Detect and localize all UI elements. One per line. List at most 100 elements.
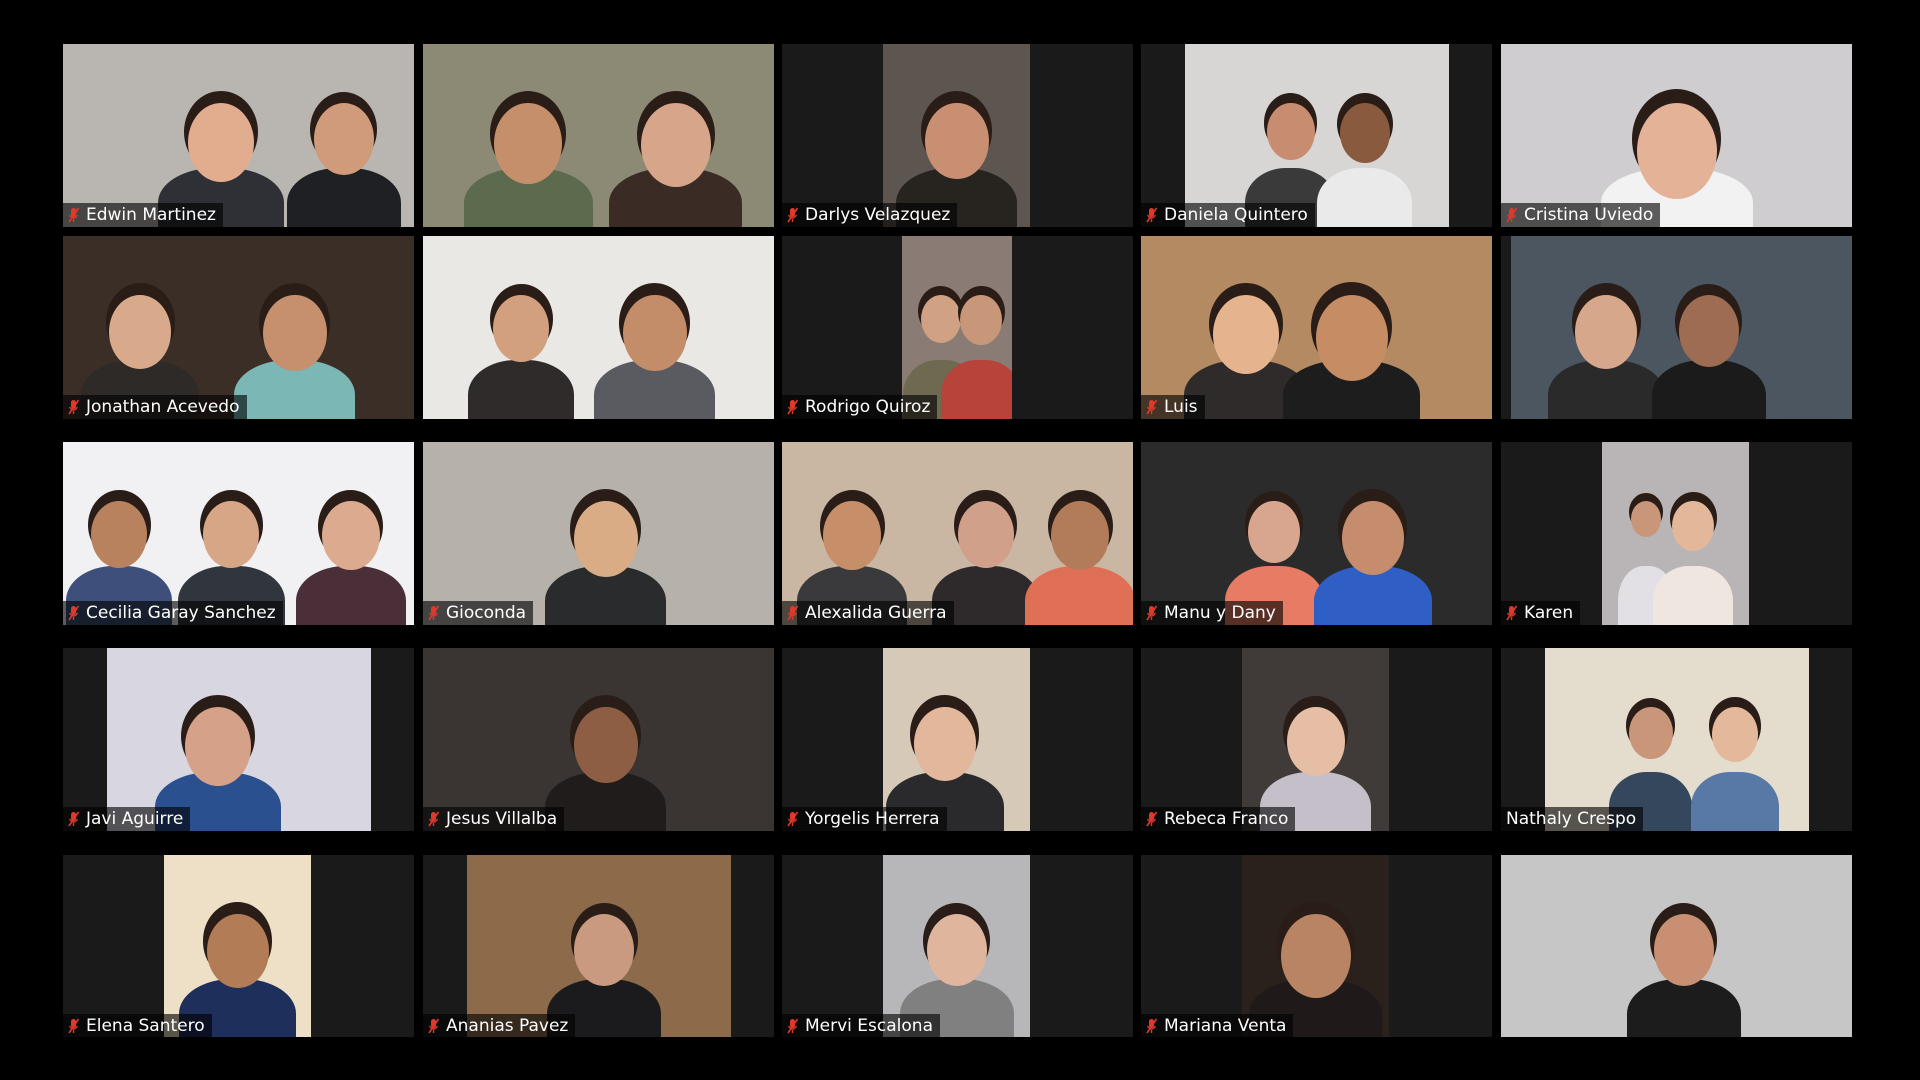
- participant-tile[interactable]: Rebeca Franco: [1141, 648, 1492, 831]
- participant-tile[interactable]: Elena Santero: [63, 855, 414, 1038]
- person-face: [1266, 102, 1315, 161]
- muted-mic-icon: [68, 605, 80, 621]
- person-silhouette: [1547, 360, 1666, 419]
- participant-video: [1511, 236, 1852, 419]
- muted-mic-icon: [68, 399, 80, 415]
- participant-tile[interactable]: Cristina Uviedo: [1501, 44, 1852, 227]
- participant-nameplate: Jesus Villalba: [423, 807, 565, 831]
- video-gallery: Edwin Martinez Darlys Velazquez Daniela Qu…: [0, 0, 1920, 1080]
- bottom-edge: [0, 1037, 1920, 1071]
- person-silhouette: [1313, 566, 1432, 625]
- participant-name: Jonathan Acevedo: [86, 397, 240, 417]
- participant-tile[interactable]: Ananias Pavez: [423, 855, 774, 1038]
- participant-video: [782, 442, 1133, 625]
- participant-video: [423, 648, 774, 831]
- participant-nameplate: Karen: [1501, 601, 1581, 625]
- participant-nameplate: Mariana Venta: [1141, 1014, 1294, 1038]
- participant-nameplate: Cristina Uviedo: [1501, 203, 1661, 227]
- participant-video: [1185, 44, 1449, 227]
- participant-nameplate: Manu y Dany: [1141, 601, 1283, 625]
- person-face: [206, 913, 269, 988]
- participant-video: [1602, 442, 1749, 625]
- participant-tile[interactable]: Cecilia Garay Sanchez: [63, 442, 414, 625]
- participant-tile[interactable]: [423, 236, 774, 419]
- participant-tile[interactable]: Darlys Velazquez: [782, 44, 1133, 227]
- person-face: [109, 294, 172, 369]
- participant-name: Javi Aguirre: [86, 809, 184, 829]
- participant-name: Edwin Martinez: [86, 205, 216, 225]
- person-face: [1653, 913, 1714, 986]
- participant-nameplate: Rebeca Franco: [1141, 807, 1296, 831]
- participant-nameplate: Nathaly Crespo: [1501, 807, 1644, 831]
- participant-tile[interactable]: Jonathan Acevedo: [63, 236, 414, 419]
- participant-tile[interactable]: Yorgelis Herrera: [782, 648, 1133, 831]
- person-face: [1678, 294, 1739, 367]
- person-face: [640, 102, 711, 187]
- participant-tile[interactable]: Manu y Dany: [1141, 442, 1492, 625]
- person-silhouette: [1626, 979, 1741, 1038]
- participant-nameplate: Mervi Escalona: [782, 1014, 940, 1038]
- participant-name: Mariana Venta: [1164, 1016, 1287, 1036]
- participant-tile[interactable]: Nathaly Crespo: [1501, 648, 1852, 831]
- participant-nameplate: Luis: [1141, 395, 1205, 419]
- muted-mic-icon: [1506, 605, 1518, 621]
- participant-name: Cristina Uviedo: [1524, 205, 1654, 225]
- muted-mic-icon: [1146, 1018, 1158, 1034]
- person-silhouette: [1651, 360, 1766, 419]
- person-face: [823, 500, 882, 571]
- participant-tile[interactable]: Luis: [1141, 236, 1492, 419]
- participant-name: Karen: [1524, 603, 1574, 623]
- participant-tile[interactable]: Alexalida Guerra: [782, 442, 1133, 625]
- participant-tile[interactable]: Jesus Villalba: [423, 648, 774, 831]
- person-face: [321, 500, 380, 571]
- person-silhouette: [468, 360, 575, 419]
- participant-video: [883, 855, 1030, 1038]
- participant-tile[interactable]: Daniela Quintero: [1141, 44, 1492, 227]
- person-face: [957, 500, 1014, 568]
- person-face: [573, 500, 638, 578]
- participant-name: Luis: [1164, 397, 1198, 417]
- muted-mic-icon: [1506, 207, 1518, 223]
- participant-tile[interactable]: [423, 44, 774, 227]
- participant-name: Cecilia Garay Sanchez: [86, 603, 276, 623]
- participant-video: [467, 855, 731, 1038]
- participant-video: [1545, 648, 1809, 831]
- person-face: [1280, 913, 1351, 998]
- person-face: [1712, 706, 1759, 762]
- muted-mic-icon: [787, 399, 799, 415]
- person-face: [1341, 500, 1404, 575]
- participant-name: Rodrigo Quiroz: [805, 397, 931, 417]
- person-silhouette: [941, 360, 1012, 419]
- participant-nameplate: Alexalida Guerra: [782, 601, 954, 625]
- participant-nameplate: Rodrigo Quiroz: [782, 395, 938, 419]
- muted-mic-icon: [787, 207, 799, 223]
- participant-name: Elena Santero: [86, 1016, 205, 1036]
- participant-tile[interactable]: Edwin Martinez: [63, 44, 414, 227]
- participant-tile[interactable]: Rodrigo Quiroz: [782, 236, 1133, 419]
- participant-video: [1141, 442, 1492, 625]
- participant-video: [164, 855, 311, 1038]
- participant-name: Jesus Villalba: [446, 809, 558, 829]
- person-face: [960, 294, 1003, 345]
- muted-mic-icon: [428, 811, 440, 827]
- person-face: [203, 500, 260, 568]
- participant-tile[interactable]: [1501, 855, 1852, 1038]
- participant-nameplate: Jonathan Acevedo: [63, 395, 247, 419]
- participant-tile[interactable]: Karen: [1501, 442, 1852, 625]
- participant-video: [63, 236, 414, 419]
- muted-mic-icon: [787, 1018, 799, 1034]
- participant-nameplate: Javi Aguirre: [63, 807, 191, 831]
- participant-video: [1242, 648, 1389, 831]
- participant-name: Darlys Velazquez: [805, 205, 951, 225]
- person-face: [1315, 294, 1388, 381]
- person-face: [494, 102, 563, 185]
- participant-video: [883, 44, 1030, 227]
- person-silhouette: [295, 566, 406, 625]
- participant-tile[interactable]: Mervi Escalona: [782, 855, 1133, 1038]
- participant-tile[interactable]: Javi Aguirre: [63, 648, 414, 831]
- muted-mic-icon: [1146, 605, 1158, 621]
- participant-tile[interactable]: Mariana Venta: [1141, 855, 1492, 1038]
- person-face: [920, 294, 961, 343]
- participant-tile[interactable]: Gioconda: [423, 442, 774, 625]
- participant-tile[interactable]: [1501, 236, 1852, 419]
